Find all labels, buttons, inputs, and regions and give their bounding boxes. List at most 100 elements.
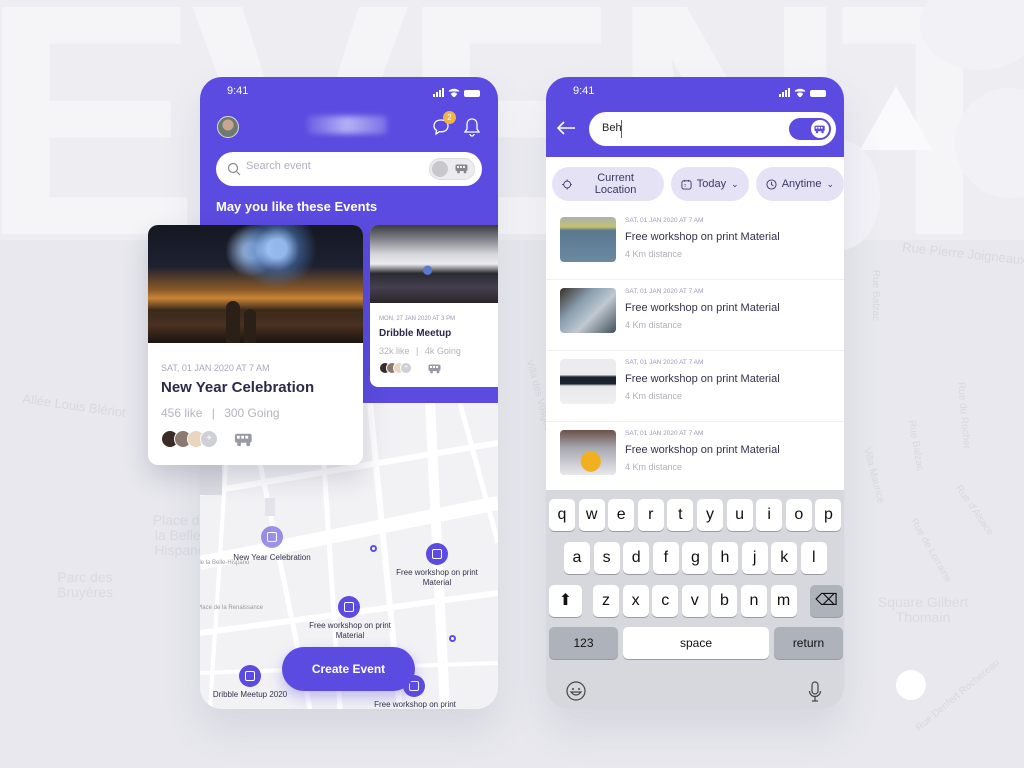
map-pin[interactable] — [261, 526, 283, 548]
key-s[interactable]: s — [593, 542, 620, 574]
result-date: SAT, 01 JAN 2020 AT 7 AM — [625, 217, 704, 224]
key-o[interactable]: o — [785, 499, 812, 531]
microphone-icon[interactable] — [808, 681, 822, 703]
map-street-label: Rue Balzac — [905, 419, 926, 472]
map-pin[interactable] — [426, 543, 448, 565]
result-thumbnail — [560, 430, 616, 475]
map-street-label: Rue de Lorraine — [908, 516, 954, 585]
map-location-dot[interactable] — [449, 635, 456, 642]
stats-separator: | — [211, 406, 215, 420]
event-date: SAT, 01 JAN 2020 AT 7 AM — [161, 363, 270, 373]
backspace-key[interactable]: ⌫ — [810, 585, 843, 617]
map-street-label: Rue Denfert Rochereau — [913, 657, 1002, 734]
key-x[interactable]: x — [622, 585, 649, 617]
section-title: May you like these Events — [216, 199, 378, 214]
filter-date[interactable]: Today ⌄ — [670, 167, 749, 201]
more-attendees-icon: + — [400, 362, 412, 374]
result-distance: 4 Km distance — [625, 320, 683, 330]
result-date: SAT, 01 JAN 2020 AT 7 AM — [625, 430, 704, 437]
shift-key[interactable]: ⬆ — [549, 585, 582, 617]
key-a[interactable]: a — [564, 542, 590, 574]
key-j[interactable]: j — [741, 542, 768, 574]
map-location-dot[interactable] — [370, 545, 377, 552]
clock-icon — [766, 178, 777, 190]
result-item[interactable]: SAT, 01 JAN 2020 AT 7 AM Free workshop o… — [546, 422, 844, 493]
attendee-avatars[interactable]: + — [161, 430, 218, 448]
wifi-icon — [448, 88, 460, 97]
location-target-icon — [562, 178, 573, 190]
numbers-key[interactable]: 123 — [549, 627, 618, 659]
key-n[interactable]: n — [741, 585, 767, 617]
key-c[interactable]: c — [652, 585, 679, 617]
result-distance: 4 Km distance — [625, 391, 683, 401]
filter-chips: Current Location Today ⌄ Anytime ⌄ — [552, 167, 844, 201]
back-arrow-icon[interactable] — [556, 121, 576, 135]
key-r[interactable]: r — [637, 499, 664, 531]
key-k[interactable]: k — [771, 542, 798, 574]
key-b[interactable]: b — [711, 585, 738, 617]
status-bar: 9:41 — [546, 77, 844, 105]
map-street-label: Villa Maurice — [860, 446, 887, 505]
signal-icon — [433, 88, 444, 97]
search-input[interactable] — [602, 122, 752, 134]
attendee-avatars[interactable]: + — [379, 362, 412, 374]
map-pin-label: Free workshop on print Material — [309, 621, 391, 640]
result-item[interactable]: SAT, 01 JAN 2020 AT 7 AM Free workshop o… — [546, 280, 844, 351]
key-f[interactable]: f — [652, 542, 679, 574]
stats-separator: | — [416, 346, 419, 356]
filter-label: Anytime — [781, 178, 822, 190]
transport-toggle[interactable] — [429, 158, 475, 180]
chevron-down-icon: ⌄ — [731, 178, 739, 189]
map-pin[interactable] — [338, 596, 360, 618]
key-q[interactable]: q — [549, 499, 575, 531]
bell-icon[interactable] — [463, 117, 481, 137]
filter-time[interactable]: Anytime ⌄ — [755, 167, 844, 201]
calendar-icon — [681, 179, 692, 190]
map-pin-label: Dribble Meetup 2020 — [212, 690, 288, 699]
result-item[interactable]: SAT, 01 JAN 2020 AT 7 AM Free workshop o… — [546, 209, 844, 280]
toggle-knob — [811, 120, 829, 138]
result-thumbnail — [560, 359, 616, 404]
transport-toggle[interactable] — [789, 118, 831, 140]
return-key[interactable]: return — [774, 627, 843, 659]
result-item[interactable]: SAT, 01 JAN 2020 AT 7 AM Free workshop o… — [546, 351, 844, 422]
decor-dot — [896, 670, 926, 700]
map-pin[interactable] — [239, 665, 261, 687]
map-place-label: Place de la Renaissance — [200, 605, 264, 611]
key-v[interactable]: v — [681, 585, 708, 617]
map-place-label: Square Gilbert Thomain — [877, 594, 969, 625]
key-w[interactable]: w — [578, 499, 605, 531]
space-key[interactable]: space — [623, 627, 769, 659]
wifi-icon — [794, 88, 806, 97]
key-l[interactable]: l — [800, 542, 827, 574]
key-i[interactable]: i — [756, 499, 783, 531]
result-title: Free workshop on print Material — [625, 373, 780, 385]
event-going: 300 Going — [224, 406, 280, 420]
key-z[interactable]: z — [593, 585, 619, 617]
map-street-label: Allée Louis Blériot — [21, 390, 127, 421]
event-likes: 456 like — [161, 406, 203, 420]
keyboard: qwertyuiop asdfghjkl ⬆ ⌫ zxcvbnm 123 spa… — [546, 490, 844, 709]
featured-event-card[interactable]: SAT, 01 JAN 2020 AT 7 AM New Year Celebr… — [148, 225, 363, 465]
key-t[interactable]: t — [667, 499, 694, 531]
key-y[interactable]: y — [697, 499, 723, 531]
emoji-icon[interactable] — [566, 681, 586, 701]
search-input[interactable] — [246, 160, 426, 172]
bus-icon — [234, 433, 252, 447]
blurred-location-title — [307, 116, 387, 134]
result-title: Free workshop on print Material — [625, 444, 780, 456]
key-m[interactable]: m — [770, 585, 797, 617]
key-g[interactable]: g — [682, 542, 709, 574]
user-avatar[interactable] — [217, 116, 239, 138]
event-stats: 32k like | 4k Going — [379, 346, 461, 356]
chevron-down-icon: ⌄ — [826, 178, 834, 189]
key-p[interactable]: p — [815, 499, 842, 531]
event-card[interactable]: MON, 27 JAN 2020 AT 3 PM Dribble Meetup … — [370, 225, 498, 387]
key-h[interactable]: h — [712, 542, 738, 574]
result-distance: 4 Km distance — [625, 249, 683, 259]
key-u[interactable]: u — [726, 499, 753, 531]
filter-current-location[interactable]: Current Location — [552, 167, 664, 201]
key-e[interactable]: e — [608, 499, 635, 531]
create-event-button[interactable]: Create Event — [282, 647, 415, 691]
key-d[interactable]: d — [623, 542, 650, 574]
